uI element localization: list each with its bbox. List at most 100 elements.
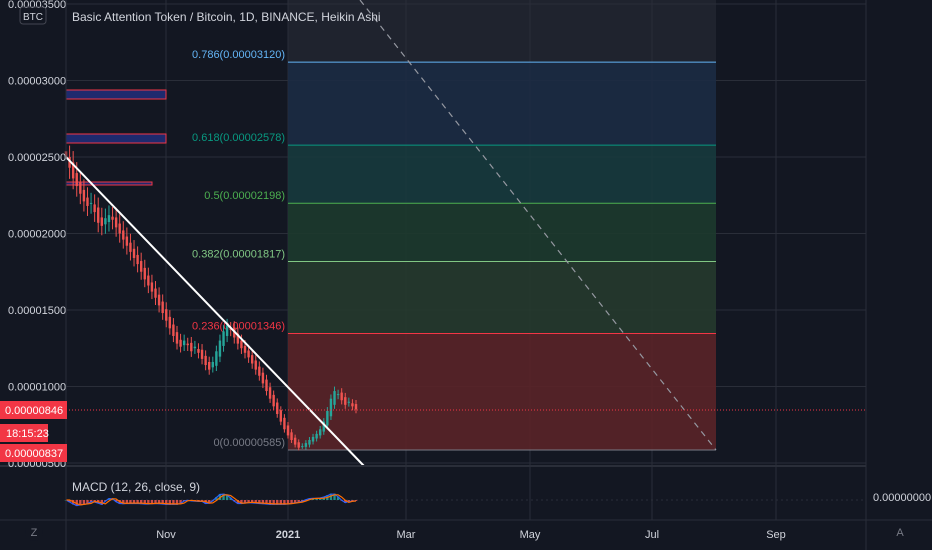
candle-body [258,366,261,376]
candle-body [215,351,218,366]
candle-body [143,267,146,280]
fib-level-label: 0.618(0.00002578) [192,132,285,144]
fib-zone [288,333,716,450]
candle-body [93,204,96,213]
candle-body [193,346,197,349]
candle-body [308,439,311,445]
candle-body [161,301,164,314]
time-tick-label: Jul [645,529,659,541]
candle-body [311,436,315,442]
price-tick-label: 0.00001000 [8,381,66,393]
candle-body [86,197,89,206]
candle-body [315,433,318,439]
candle-body [79,182,82,194]
candle-body [250,355,254,364]
chart-root: 0(0.00000585) 0.236(0.00001346) 0.382(0.00… [0,0,932,550]
macd-legend-label: MACD (12, 26, close, 9) [72,480,200,494]
candle-body [136,254,139,265]
candle-body [129,242,132,252]
candle-body [254,360,257,370]
candle-body [125,236,129,246]
price-tick-label: 0.00003000 [8,76,66,88]
fib-zone [288,261,716,334]
price-tick-label: 0.00001500 [8,305,66,317]
time-tick-label: Mar [397,529,416,541]
candle-body [276,402,279,414]
time-tick-label: 2021 [276,529,300,541]
time-tick-label: May [520,529,541,541]
fib-zone [288,145,716,204]
fib-level-label: 0.5(0.00002198) [204,190,285,202]
candle-body [304,443,308,447]
candle-body [240,340,243,349]
candle-body [186,343,189,346]
supply-zone-box[interactable] [65,89,167,100]
macd-axis-value: 0.00000000 [873,492,931,504]
candle-body [265,379,268,392]
candle-body [286,425,290,436]
chart-title: Basic Attention Token / Bitcoin, 1D, BIN… [72,10,381,24]
time-tick-label: Sep [766,529,786,541]
price-tick-label: 0.00002000 [8,229,66,241]
currency-badge: BTC [23,12,43,23]
candle-body [122,230,125,240]
candle-body [268,387,272,399]
candle-body [82,189,86,202]
candle-body [197,348,200,353]
candle-body [218,340,222,357]
candle-body [204,355,207,366]
candle-body [243,345,247,353]
candle-body [132,248,136,258]
zoom-scale-button[interactable]: Z [31,527,38,539]
candle-body [333,391,336,405]
candle-body [190,342,193,352]
candle-body [154,288,157,298]
supply-zone-box[interactable] [65,181,153,186]
low-price-tag: 0.00000837 [5,448,63,460]
candle-body [107,215,111,223]
candle-body [347,401,351,403]
candle-body [150,282,154,292]
auto-scale-button[interactable]: A [896,527,904,539]
fib-zone [288,62,716,146]
candle-body [329,398,333,417]
candle-body [172,324,175,336]
candle-body [351,403,354,407]
candle-body [111,216,114,220]
fib-zone [288,203,716,262]
candle-body [97,207,100,223]
price-tick-label: 0.00003500 [8,0,66,11]
candle-body [89,202,93,204]
supply-zone-box[interactable] [65,133,167,144]
candle-body [208,361,211,370]
candle-body [344,397,347,405]
candle-body [222,331,225,346]
candle-body [100,217,104,226]
candle-body [225,325,229,336]
candle-body [336,394,340,396]
candle-body [290,432,293,440]
countdown-tag: 18:15:23 [6,428,49,440]
candle-body [211,361,214,368]
candle-body [318,429,322,436]
candle-body [157,294,161,306]
candle-body [340,392,343,401]
fib-level-label: 0.236(0.00001346) [192,321,285,333]
candle-body [75,173,78,187]
candle-body [293,437,297,445]
candle-body [261,372,265,384]
fib-level-label: 0.786(0.00003120) [192,49,285,61]
candle-body [200,349,204,359]
candle-body [182,340,186,346]
candle-body [247,350,250,358]
candle-body [168,316,172,329]
candle-body [326,410,329,426]
candle-body [297,442,300,448]
candle-body [147,275,150,286]
candle-body [139,261,143,272]
candle-body [354,404,358,410]
candle-body [165,309,168,321]
candle-body [179,339,182,347]
candle-body [272,394,275,407]
candle-body [283,417,286,430]
